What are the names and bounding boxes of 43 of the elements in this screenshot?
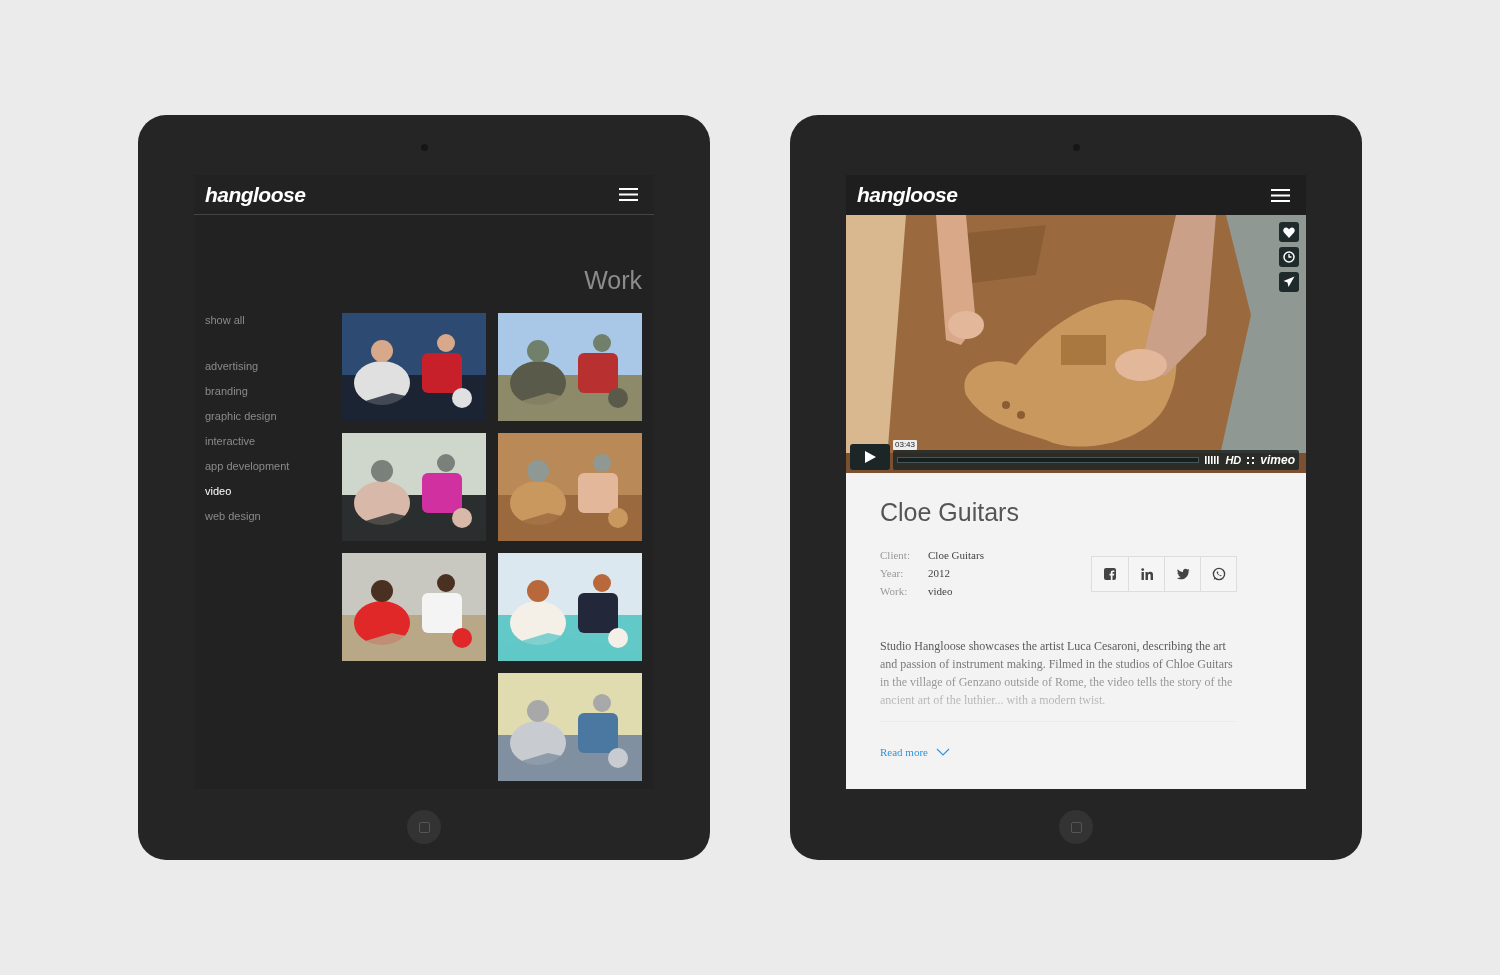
chevron-down-icon: [935, 748, 950, 757]
vimeo-link[interactable]: vimeo: [1260, 454, 1295, 466]
whatsapp-icon: [1211, 566, 1226, 581]
volume-icon[interactable]: [1205, 456, 1220, 464]
video-player[interactable]: 03:43 HD vimeo: [846, 215, 1306, 473]
time-badge: 03:43: [893, 440, 918, 450]
read-more-link[interactable]: Read more: [880, 744, 1272, 761]
meta-value: video: [928, 584, 953, 599]
heart-icon: [1283, 226, 1295, 238]
square-icon: [1070, 821, 1082, 833]
meta-value: Cloe Guitars: [928, 548, 984, 563]
play-icon: [864, 451, 876, 463]
like-button[interactable]: [1279, 222, 1299, 242]
logo[interactable]: hangloose: [857, 179, 958, 211]
meta-label: Client:: [880, 548, 911, 563]
play-button[interactable]: [850, 444, 890, 470]
category-link[interactable]: branding: [205, 384, 342, 409]
category-link[interactable]: show all: [205, 313, 342, 338]
category-link[interactable]: advertising: [205, 359, 342, 384]
category-link[interactable]: app development: [205, 459, 342, 484]
hd-toggle[interactable]: HD: [1225, 454, 1242, 466]
clock-icon: [1283, 251, 1295, 263]
facebook-icon: [1103, 566, 1117, 581]
watch-later-button[interactable]: [1279, 247, 1299, 267]
category-link[interactable]: video: [205, 484, 342, 509]
share-button[interactable]: [1279, 272, 1299, 292]
logo[interactable]: hangloose: [205, 178, 306, 211]
fullscreen-icon[interactable]: [1247, 456, 1255, 464]
category-link[interactable]: web design: [205, 509, 342, 534]
paper-plane-icon: [1283, 276, 1295, 288]
twitter-icon: [1175, 566, 1190, 581]
progress-track[interactable]: [897, 457, 1200, 463]
menu-icon[interactable]: [619, 188, 638, 201]
project-title: Cloe Guitars: [880, 500, 1020, 525]
category-link[interactable]: interactive: [205, 434, 342, 459]
page-heading: Work: [584, 268, 642, 293]
meta-value: 2012: [928, 566, 950, 581]
meta-label: Year:: [880, 566, 905, 581]
meta-label: Work:: [880, 584, 909, 599]
linkedin-icon: [1139, 566, 1154, 581]
square-icon: [418, 821, 430, 833]
category-link[interactable]: graphic design: [205, 409, 342, 434]
menu-icon[interactable]: [1271, 188, 1290, 202]
